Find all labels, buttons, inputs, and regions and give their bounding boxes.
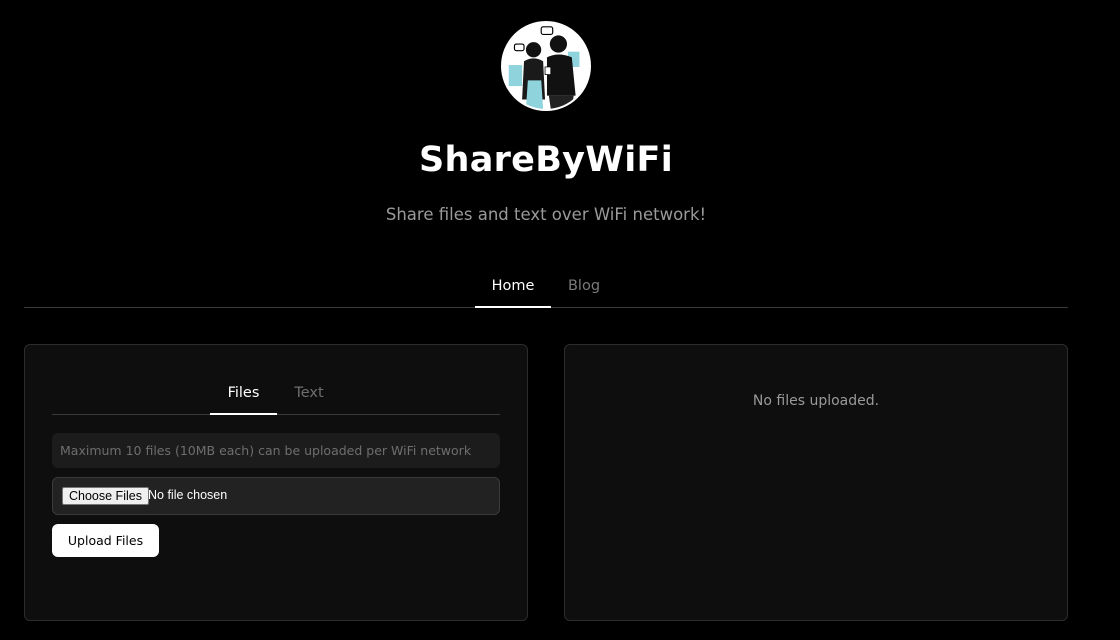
main-nav: Home Blog bbox=[24, 266, 1068, 308]
upload-card: Files Text Maximum 10 files (10MB each) … bbox=[24, 344, 528, 621]
upload-tabs: Files Text bbox=[52, 371, 500, 415]
people-sharing-icon bbox=[503, 23, 589, 109]
choose-files-button[interactable]: Choose Files bbox=[62, 487, 149, 505]
tab-text[interactable]: Text bbox=[284, 371, 334, 415]
upload-limit-info: Maximum 10 files (10MB each) can be uplo… bbox=[52, 433, 500, 468]
file-status-text: No file chosen bbox=[148, 488, 228, 502]
avatar bbox=[501, 21, 591, 111]
tab-files[interactable]: Files bbox=[210, 371, 277, 415]
no-files-message: No files uploaded. bbox=[752, 393, 880, 409]
tab-home[interactable]: Home bbox=[475, 266, 551, 308]
app-subtitle: Share files and text over WiFi network! bbox=[385, 205, 707, 224]
file-input[interactable]: Choose Files No file chosen bbox=[52, 477, 500, 515]
app-title: ShareByWiFi bbox=[418, 140, 674, 180]
tab-blog[interactable]: Blog bbox=[557, 266, 611, 308]
uploaded-files-card: No files uploaded. bbox=[564, 344, 1068, 621]
page: ShareByWiFi Share files and text over Wi… bbox=[0, 0, 1120, 640]
upload-files-button[interactable]: Upload Files bbox=[52, 524, 159, 557]
